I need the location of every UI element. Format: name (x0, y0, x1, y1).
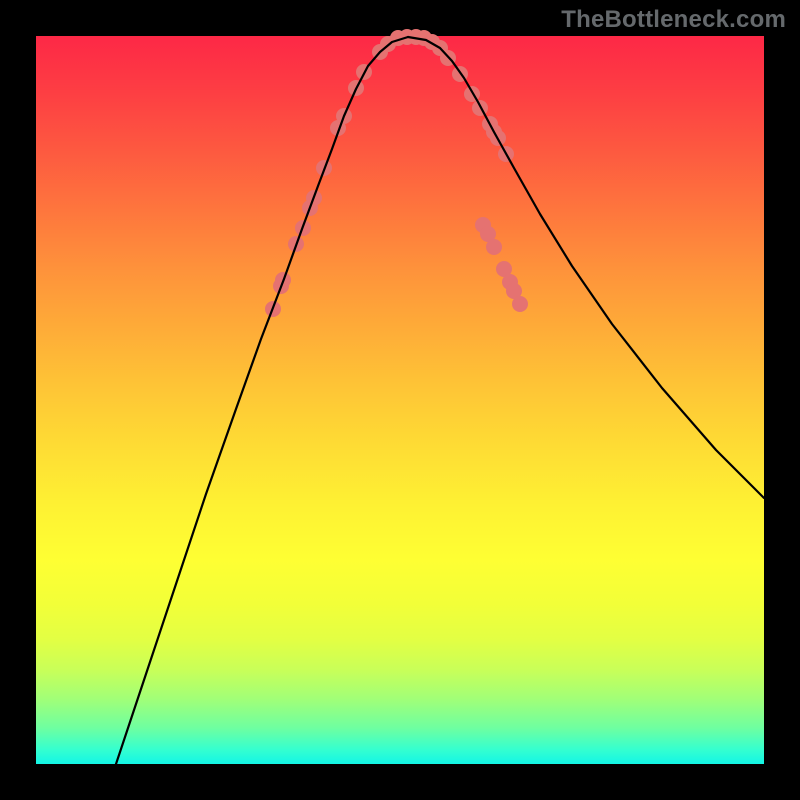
chart-svg (36, 36, 764, 764)
data-dot (512, 296, 528, 312)
left-curve (116, 37, 408, 764)
right-curve (408, 37, 764, 498)
scatter-dots (265, 29, 528, 317)
outer-frame: TheBottleneck.com (0, 0, 800, 800)
plot-area (36, 36, 764, 764)
watermark-text: TheBottleneck.com (561, 6, 786, 34)
data-dot (486, 239, 502, 255)
